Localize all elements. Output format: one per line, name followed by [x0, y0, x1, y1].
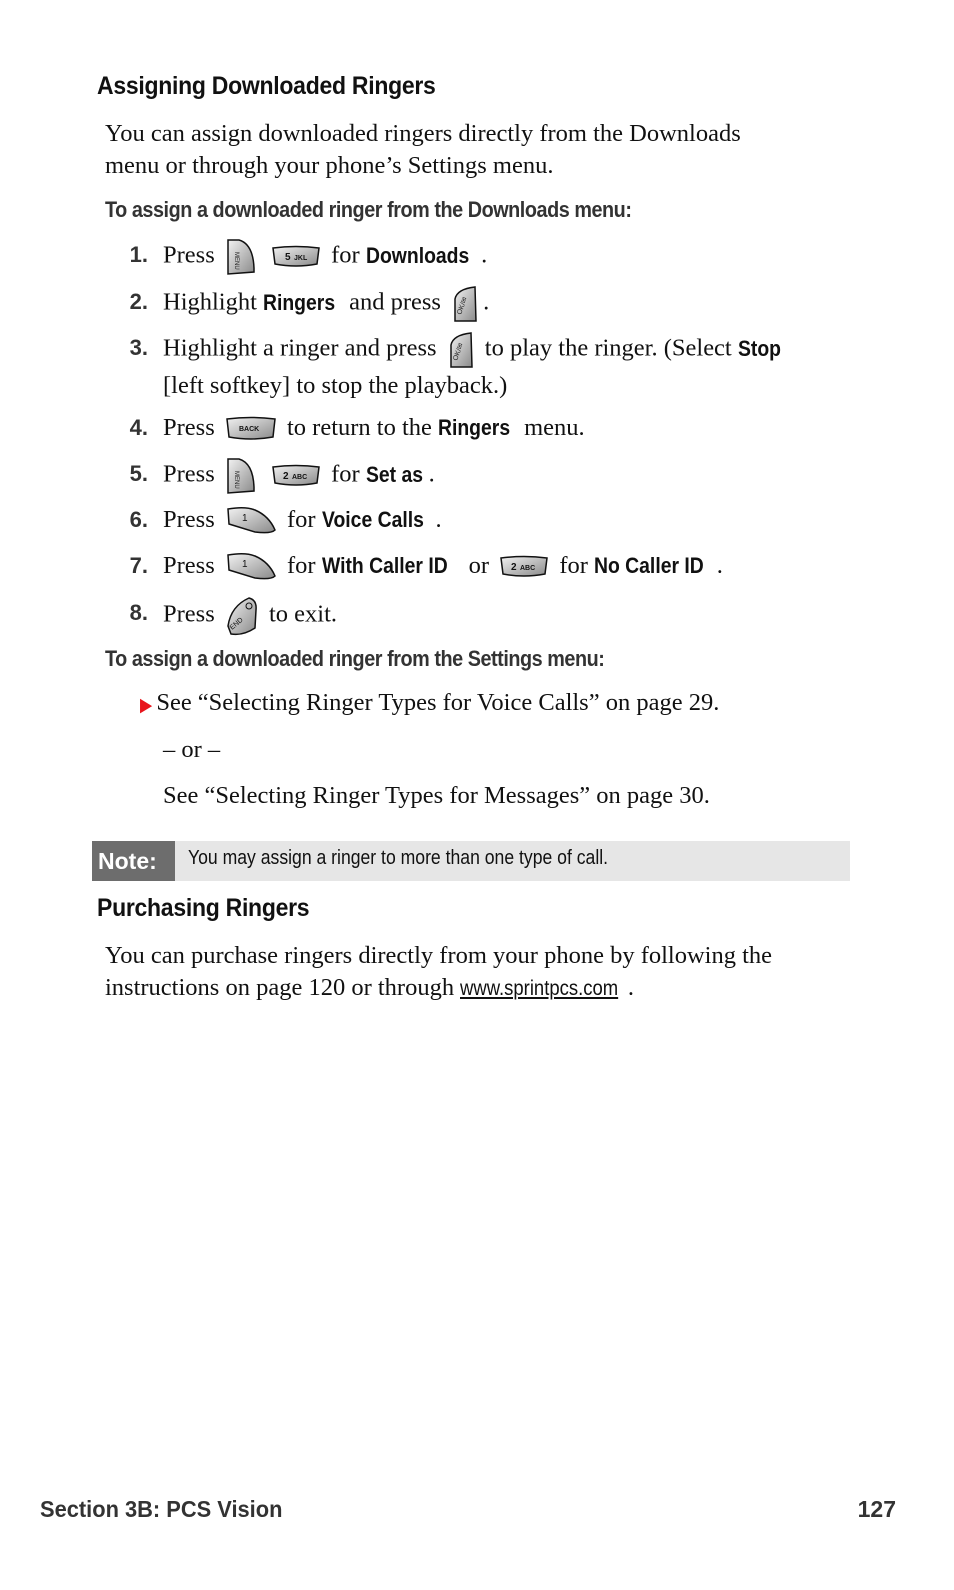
softkey-stop: Stop	[737, 335, 781, 361]
step-number: 1.	[129, 242, 148, 267]
bullet-voice-calls: ▶ See “Selecting Ringer Types for Voice C…	[140, 689, 719, 717]
note-box: Note: You may assign a ringer to more th…	[92, 841, 850, 881]
key-1-icon: 1	[225, 552, 277, 582]
note-text: You may assign a ringer to more than one…	[188, 847, 609, 869]
cross-reference-voice-calls[interactable]: See “Selecting Ringer Types for Voice Ca…	[156, 689, 719, 716]
menu-item-with-caller-id: With Caller ID	[321, 553, 448, 578]
menu-item-downloads: Downloads	[365, 242, 470, 268]
svg-text:ABC: ABC	[292, 474, 307, 481]
svg-text:1: 1	[242, 559, 248, 570]
svg-text:BACK: BACK	[239, 426, 259, 433]
svg-text:2: 2	[283, 471, 289, 482]
menu-item-no-caller-id: No Caller ID	[594, 553, 704, 578]
intro-paragraph: You can assign downloaded ringers direct…	[105, 118, 885, 182]
intro-line-1: You can assign downloaded ringers direct…	[105, 120, 741, 147]
svg-text:MENU: MENU	[233, 252, 239, 270]
section-heading-assigning: Assigning Downloaded Ringers	[97, 72, 436, 100]
or-separator: – or –	[163, 736, 221, 763]
subheading-settings-menu: To assign a downloaded ringer from the S…	[105, 646, 605, 671]
purchasing-line-2: instructions on page 120 or through www.…	[105, 972, 905, 1005]
footer-section-title: Section 3B: PCS Vision	[40, 1496, 283, 1522]
menu-key-icon: MENU	[225, 238, 257, 276]
purchasing-line-1: You can purchase ringers directly from y…	[105, 942, 773, 969]
svg-text:JKL: JKL	[294, 255, 308, 262]
sprintpcs-link[interactable]: www.sprintpcs.com	[460, 973, 618, 1005]
key-2-abc-icon: 2 ABC	[499, 555, 549, 579]
svg-text:ABC: ABC	[520, 565, 535, 572]
step-number: 2.	[129, 289, 148, 314]
menu-item-set-as: Set as	[365, 461, 423, 487]
svg-text:2: 2	[511, 562, 517, 573]
menu-key-icon: MENU	[225, 457, 257, 495]
step-number: 7.	[129, 553, 148, 578]
intro-line-2: menu or through your phone’s Settings me…	[105, 152, 554, 179]
end-key-icon: END	[225, 596, 259, 636]
back-key-icon: BACK	[225, 416, 277, 442]
svg-text:MENU: MENU	[233, 471, 239, 489]
key-1-icon: 1	[225, 506, 277, 536]
key-2-abc-icon: 2 ABC	[271, 464, 321, 488]
step-number: 4.	[129, 415, 148, 440]
cross-reference-messages[interactable]: See “Selecting Ringer Types for Messages…	[163, 782, 710, 810]
subheading-downloads-menu: To assign a downloaded ringer from the D…	[105, 197, 632, 222]
svg-text:1: 1	[242, 513, 248, 524]
ok-key-icon: OK/✉	[447, 331, 475, 369]
bullet-arrow-icon: ▶	[140, 695, 153, 716]
menu-ringers: Ringers	[438, 415, 511, 440]
menu-item-voice-calls: Voice Calls	[321, 507, 424, 532]
note-label: Note:	[92, 841, 175, 881]
svg-text:5: 5	[285, 252, 291, 263]
page-number: 127	[857, 1496, 896, 1522]
step-number: 3.	[129, 335, 148, 360]
step-number: 6.	[129, 507, 148, 532]
step-number: 5.	[129, 461, 148, 486]
step-number: 8.	[129, 600, 148, 625]
section-heading-purchasing: Purchasing Ringers	[97, 894, 310, 922]
purchasing-paragraph: You can purchase ringers directly from y…	[105, 940, 905, 1005]
key-5-jkl-icon: 5 JKL	[271, 245, 321, 269]
menu-item-ringers: Ringers	[263, 289, 336, 315]
ok-key-icon: OK/✉	[451, 285, 479, 323]
step-3-line-2: [left softkey] to stop the playback.)	[163, 372, 508, 399]
